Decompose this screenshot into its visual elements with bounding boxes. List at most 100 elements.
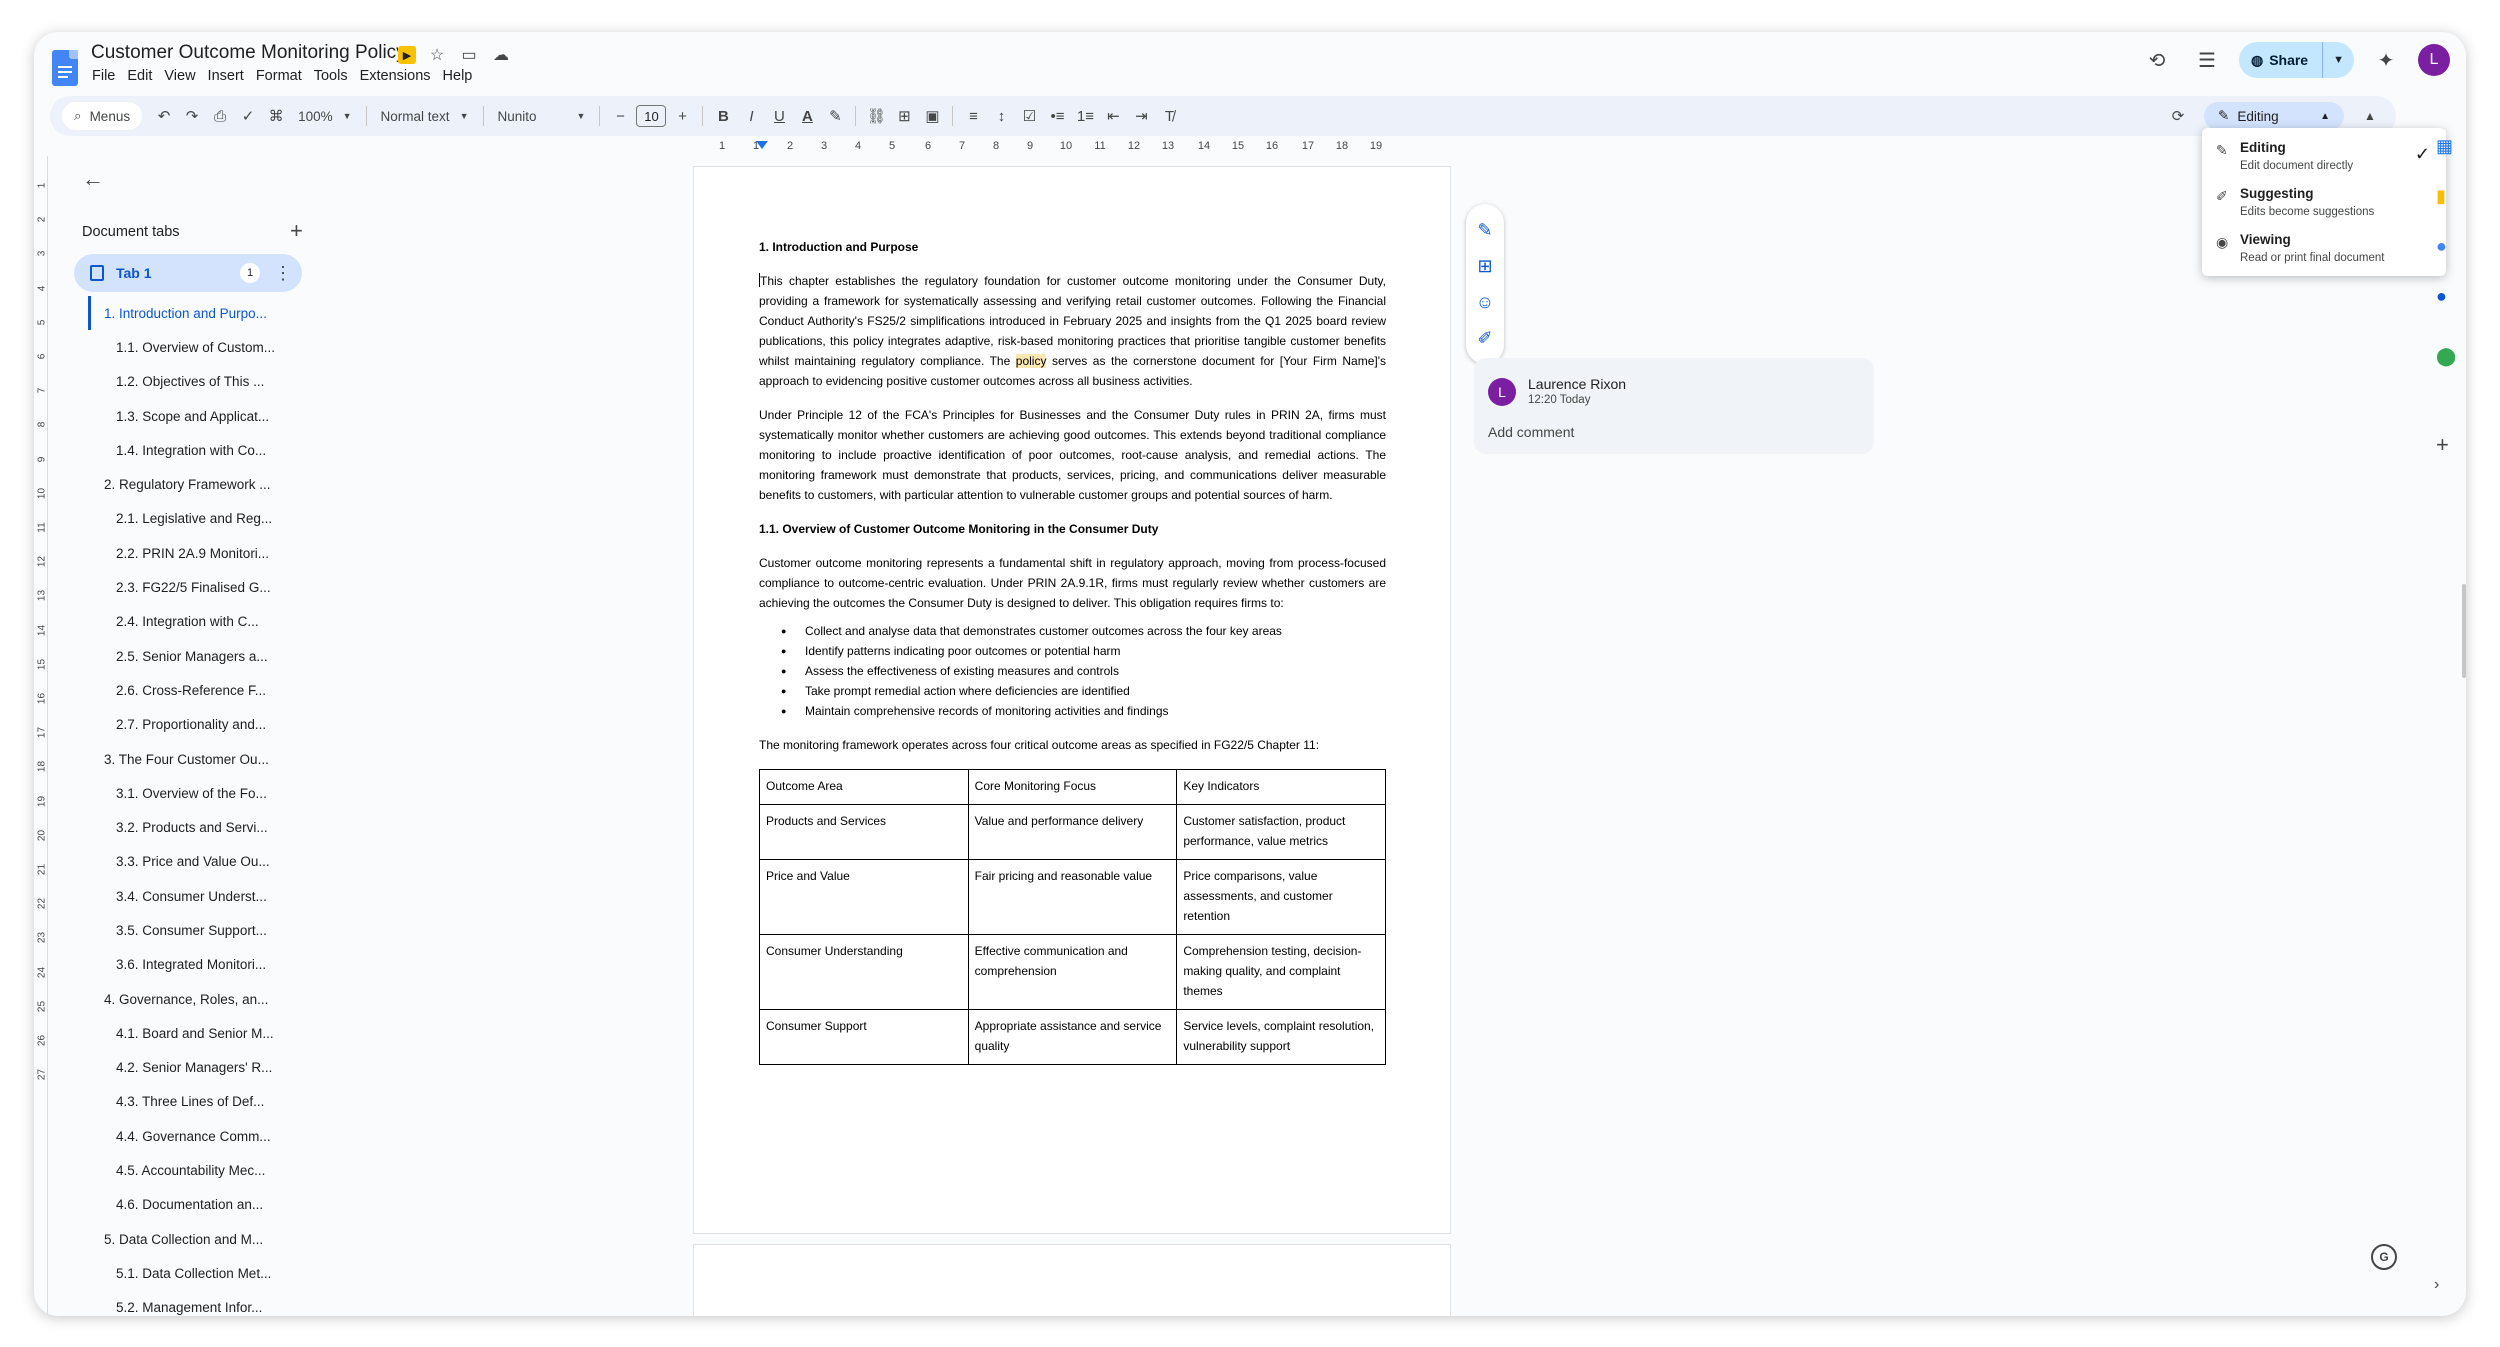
outline-item[interactable]: 1.4. Integration with Co... bbox=[64, 433, 324, 467]
outline-item[interactable]: 5. Data Collection and M... bbox=[64, 1222, 324, 1256]
contacts-icon[interactable]: ● bbox=[2436, 286, 2447, 307]
horizontal-ruler[interactable]: 1 1 2 3 4 5 6 7 8 9 10 11 12 13 14 15 16 17 18 19 bbox=[692, 136, 1488, 156]
table-cell[interactable]: Comprehension testing, decision-making q… bbox=[1176, 934, 1386, 1010]
bold-icon[interactable]: B bbox=[709, 102, 737, 130]
search-menus-button[interactable]: ⌕ Menus bbox=[62, 102, 143, 130]
table-cell[interactable]: Effective communication and comprehensio… bbox=[967, 934, 1178, 1010]
add-comment-icon[interactable]: ⊞ bbox=[1477, 256, 1492, 277]
docs-logo-icon[interactable] bbox=[52, 50, 78, 86]
table-cell[interactable]: Fair pricing and reasonable value bbox=[967, 859, 1178, 935]
underline-icon[interactable]: U bbox=[765, 102, 793, 130]
menu-tools[interactable]: Tools bbox=[308, 68, 354, 84]
move-folder-icon[interactable]: ▭ bbox=[458, 44, 480, 66]
comments-icon[interactable]: ☰ bbox=[2189, 42, 2225, 78]
bulleted-list-icon[interactable]: •≡ bbox=[1043, 102, 1071, 130]
outline-item[interactable]: 3.6. Integrated Monitori... bbox=[64, 948, 324, 982]
line-spacing-icon[interactable]: ↕ bbox=[987, 102, 1015, 130]
outline-item[interactable]: 3.1. Overview of the Fo... bbox=[64, 776, 324, 810]
spellcheck-icon[interactable]: ✓ bbox=[234, 102, 262, 130]
document-page-2[interactable] bbox=[693, 1244, 1451, 1316]
add-tab-icon[interactable]: + bbox=[290, 218, 303, 244]
star-icon[interactable]: ☆ bbox=[426, 44, 448, 66]
outline-item[interactable]: 2.4. Integration with C... bbox=[64, 605, 324, 639]
table-cell[interactable]: Appropriate assistance and service quali… bbox=[967, 1009, 1178, 1065]
tab-1[interactable]: Tab 1 1 ⋮ bbox=[74, 254, 302, 292]
commented-text[interactable]: policy bbox=[1015, 354, 1047, 368]
menu-item-editing[interactable]: ✎ Editing Edit document directly ✓ bbox=[2202, 138, 2446, 182]
cloud-saved-icon[interactable]: ☁ bbox=[490, 44, 512, 66]
outline-item[interactable]: 5.1. Data Collection Met... bbox=[64, 1256, 324, 1290]
align-icon[interactable]: ≡ bbox=[959, 102, 987, 130]
scrollbar-thumb[interactable] bbox=[2462, 584, 2466, 678]
outline-item[interactable]: 3. The Four Customer Ou... bbox=[64, 742, 324, 776]
increase-indent-icon[interactable]: ⇥ bbox=[1127, 102, 1155, 130]
table-cell[interactable]: Service levels, complaint resolution, vu… bbox=[1176, 1009, 1386, 1065]
outline-item[interactable]: 1. Introduction and Purpo... bbox=[88, 296, 324, 331]
maps-icon[interactable]: ⬤ bbox=[2436, 346, 2456, 367]
table-cell[interactable]: Consumer Understanding bbox=[759, 934, 969, 1010]
outline-item[interactable]: 2.7. Proportionality and... bbox=[64, 708, 324, 742]
share-dropdown-icon[interactable]: ▼ bbox=[2322, 42, 2354, 78]
expand-panel-icon[interactable]: › bbox=[2434, 1276, 2439, 1294]
outline-item[interactable]: 4.1. Board and Senior M... bbox=[64, 1016, 324, 1050]
clear-formatting-icon[interactable]: T̸ bbox=[1155, 102, 1183, 130]
editing-mode-button[interactable]: ✎ Editing ▲ bbox=[2204, 102, 2344, 130]
table-cell[interactable]: Customer satisfaction, product performan… bbox=[1176, 804, 1386, 860]
increase-font-icon[interactable]: + bbox=[668, 102, 696, 130]
comment-card[interactable]: L Laurence Rixon 12:20 Today Add comment bbox=[1474, 358, 1874, 454]
menu-item-suggesting[interactable]: ✐ Suggesting Edits become suggestions bbox=[2202, 184, 2446, 228]
back-arrow-icon[interactable]: ← bbox=[82, 166, 104, 192]
print-icon[interactable]: ⎙ bbox=[206, 102, 234, 130]
table-header-cell[interactable]: Core Monitoring Focus bbox=[967, 769, 1178, 805]
menu-edit[interactable]: Edit bbox=[121, 68, 158, 84]
suggest-edits-icon[interactable]: ✐ bbox=[1477, 328, 1492, 349]
tasks-icon[interactable]: ● bbox=[2436, 236, 2447, 257]
document-page[interactable]: 1. Introduction and Purpose This chapter… bbox=[693, 166, 1451, 1234]
menu-item-viewing[interactable]: ◉ Viewing Read or print final document bbox=[2202, 230, 2446, 274]
outline-item[interactable]: 3.5. Consumer Support... bbox=[64, 913, 324, 947]
outline-item[interactable]: 4.2. Senior Managers' R... bbox=[64, 1051, 324, 1085]
outline-item[interactable]: 3.2. Products and Servi... bbox=[64, 810, 324, 844]
menu-extensions[interactable]: Extensions bbox=[354, 68, 437, 84]
outline-item[interactable]: 1.3. Scope and Applicat... bbox=[64, 399, 324, 433]
menu-format[interactable]: Format bbox=[250, 68, 308, 84]
table-cell[interactable]: Price and Value bbox=[759, 859, 969, 935]
collapse-toolbar-icon[interactable]: ▲ bbox=[2356, 102, 2384, 130]
gemini-icon[interactable]: ✦ bbox=[2368, 42, 2404, 78]
version-history-icon[interactable]: ⟲ bbox=[2139, 42, 2175, 78]
add-comment-input[interactable]: Add comment bbox=[1488, 424, 1574, 440]
style-select[interactable]: Normal text ▼ bbox=[373, 102, 477, 130]
add-comment-icon[interactable]: ⊞ bbox=[890, 102, 918, 130]
menu-insert[interactable]: Insert bbox=[202, 68, 250, 84]
checklist-icon[interactable]: ☑ bbox=[1015, 102, 1043, 130]
undo-icon[interactable]: ↶ bbox=[150, 102, 178, 130]
numbered-list-icon[interactable]: 1≡ bbox=[1071, 102, 1099, 130]
document-content[interactable]: 1. Introduction and Purpose This chapter… bbox=[759, 237, 1386, 1065]
outline-item[interactable]: 3.3. Price and Value Ou... bbox=[64, 845, 324, 879]
outline-item[interactable]: 5.2. Management Infor... bbox=[64, 1291, 324, 1316]
account-avatar[interactable]: L bbox=[2418, 44, 2450, 76]
document-title[interactable]: Customer Outcome Monitoring Policy bbox=[91, 42, 406, 64]
outline-item[interactable]: 4.6. Documentation an... bbox=[64, 1188, 324, 1222]
outline-item[interactable]: 3.4. Consumer Underst... bbox=[64, 879, 324, 913]
decrease-indent-icon[interactable]: ⇤ bbox=[1099, 102, 1127, 130]
keep-icon[interactable]: ▮ bbox=[2436, 186, 2446, 207]
table-cell[interactable]: Price comparisons, value assessments, an… bbox=[1176, 859, 1386, 935]
link-icon[interactable]: ⛓ bbox=[862, 102, 890, 130]
decrease-font-icon[interactable]: − bbox=[606, 102, 634, 130]
grammarly-icon[interactable]: G bbox=[2371, 1244, 2397, 1270]
insert-image-icon[interactable]: ▣ bbox=[918, 102, 946, 130]
table-cell[interactable]: Consumer Support bbox=[759, 1009, 969, 1065]
refresh-icon[interactable]: ⟳ bbox=[2164, 102, 2192, 130]
outline-item[interactable]: 1.2. Objectives of This ... bbox=[64, 365, 324, 399]
more-options-icon[interactable]: ⋮ bbox=[274, 263, 292, 284]
outline-item[interactable]: 2.5. Senior Managers a... bbox=[64, 639, 324, 673]
menu-help[interactable]: Help bbox=[437, 68, 479, 84]
share-button[interactable]: ◍ Share ▼ bbox=[2238, 42, 2354, 78]
table-header-cell[interactable]: Outcome Area bbox=[759, 769, 969, 805]
italic-icon[interactable]: I bbox=[737, 102, 765, 130]
menu-view[interactable]: View bbox=[158, 68, 201, 84]
outline-item[interactable]: 2. Regulatory Framework ... bbox=[64, 467, 324, 501]
text-color-icon[interactable]: A bbox=[793, 102, 821, 130]
share-main[interactable]: ◍ Share bbox=[2239, 42, 2322, 78]
